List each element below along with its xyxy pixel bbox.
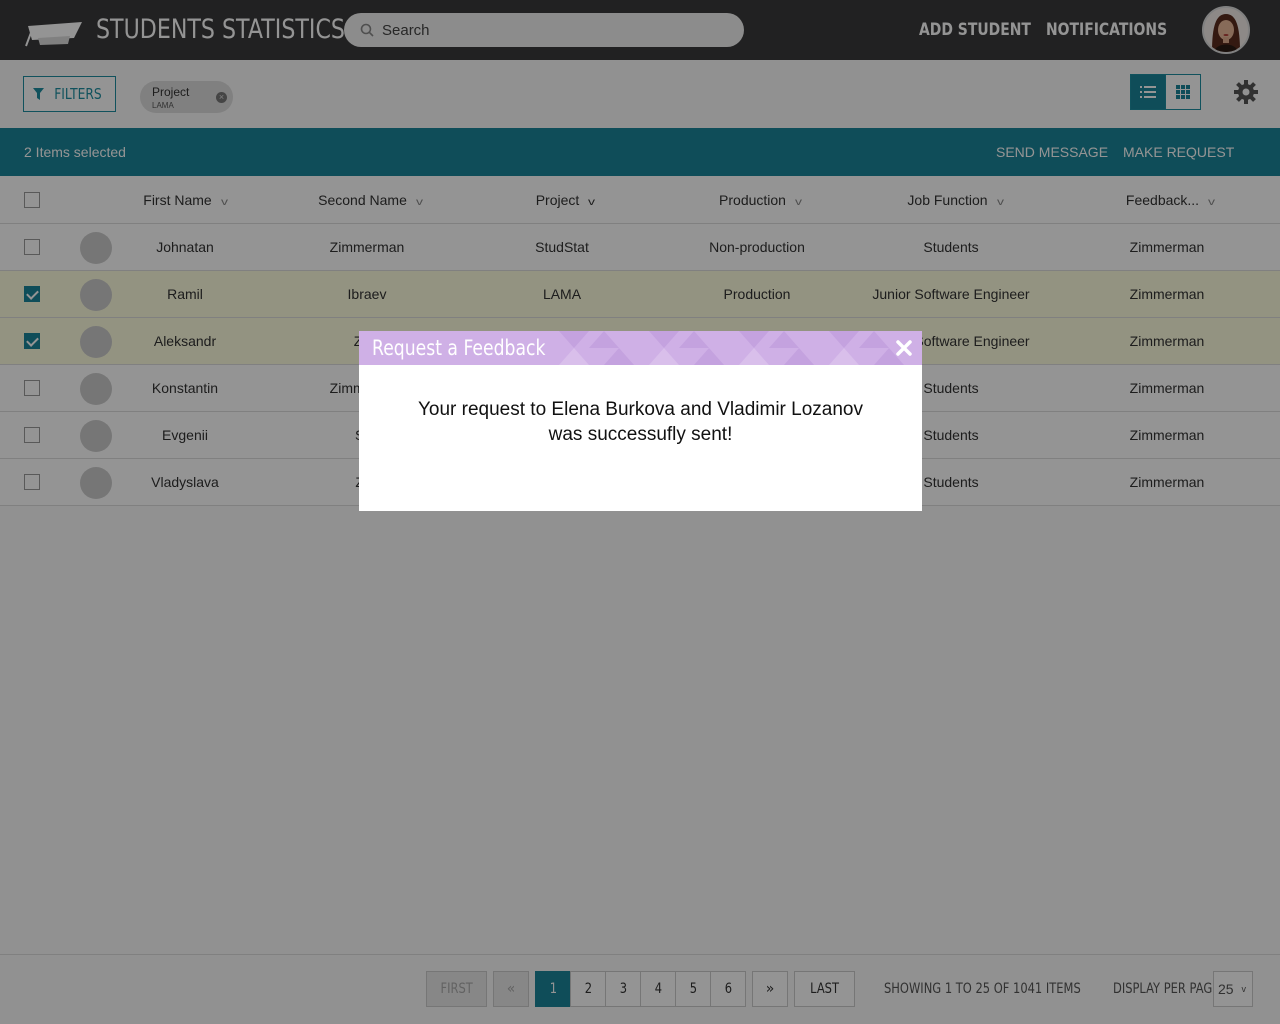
modal-message-line-1: Your request to Elena Burkova and Vladim… [417, 399, 863, 420]
modal-title: Request a Feedback [372, 336, 546, 360]
close-icon[interactable] [895, 339, 913, 357]
feedback-modal: Request a Feedback Your request to Elena… [359, 331, 922, 511]
modal-message-line-2: was successufly sent! [548, 424, 733, 445]
modal-overlay[interactable] [0, 0, 1280, 1024]
modal-header: Request a Feedback [359, 331, 922, 365]
modal-message: Your request to Elena Burkova and Vladim… [379, 397, 902, 447]
